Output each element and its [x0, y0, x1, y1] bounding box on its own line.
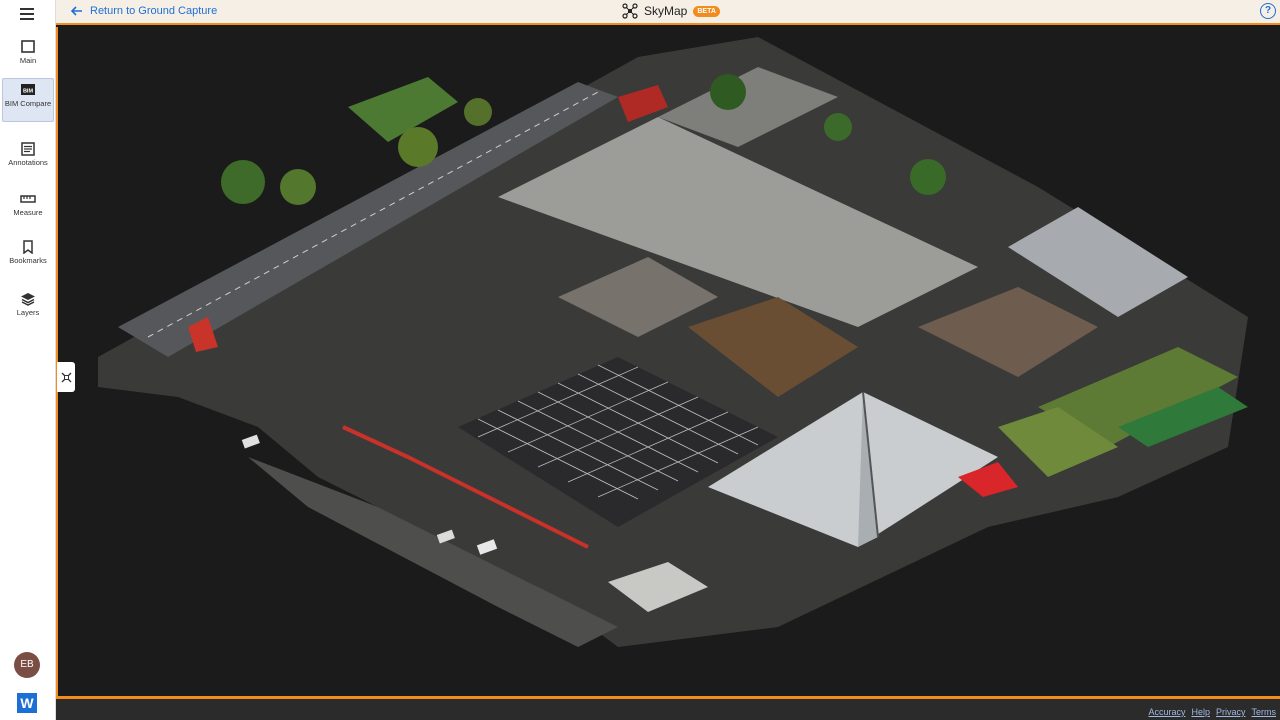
footer-link-privacy[interactable]: Privacy — [1216, 707, 1246, 717]
avatar[interactable]: EB — [14, 652, 40, 678]
hamburger-menu-icon[interactable] — [20, 8, 34, 20]
footer-link-help[interactable]: Help — [1191, 707, 1210, 717]
map-viewport[interactable] — [56, 27, 1280, 696]
sidebar-item-label: Bookmarks — [9, 256, 47, 265]
beta-badge: BETA — [693, 5, 720, 17]
bookmark-icon — [23, 240, 33, 254]
list-icon — [21, 142, 35, 156]
svg-text:BIM: BIM — [23, 89, 34, 95]
footer-link-accuracy[interactable]: Accuracy — [1148, 707, 1185, 717]
point-cloud-scene[interactable] — [58, 27, 1280, 696]
panel-toggle-button[interactable] — [57, 362, 75, 392]
top-bar: Return to Ground Capture SkyMap BETA ? — [56, 0, 1280, 25]
square-icon — [21, 40, 35, 53]
company-logo: W — [17, 693, 37, 713]
sidebar: Main BIM BIM Compare Annotations Measure… — [0, 0, 56, 720]
footer-link-terms[interactable]: Terms — [1252, 707, 1277, 717]
sidebar-item-label: Main — [19, 56, 37, 65]
bim-icon: BIM — [21, 84, 35, 95]
sidebar-item-label: Measure — [13, 208, 43, 217]
drone-icon — [622, 3, 638, 19]
sidebar-item-measure[interactable]: Measure — [2, 188, 54, 224]
footer-bar: Accuracy Help Privacy Terms — [56, 696, 1280, 720]
app-brand: SkyMap BETA — [622, 3, 720, 19]
app-title: SkyMap — [644, 4, 688, 18]
ruler-icon — [20, 195, 36, 203]
sidebar-item-annotations[interactable]: Annotations — [2, 138, 54, 174]
sidebar-item-layers[interactable]: Layers — [2, 288, 54, 324]
sidebar-item-bim-compare[interactable]: BIM BIM Compare — [2, 78, 54, 122]
layers-icon — [21, 293, 35, 306]
collapse-icon — [61, 372, 71, 382]
arrow-left-icon — [70, 6, 82, 16]
back-link-label: Return to Ground Capture — [90, 5, 218, 17]
sidebar-item-label: Annotations — [8, 158, 48, 167]
sidebar-item-label: BIM Compare — [4, 99, 52, 108]
footer-links: Accuracy Help Privacy Terms — [1148, 707, 1276, 717]
sidebar-item-bookmarks[interactable]: Bookmarks — [2, 236, 54, 272]
help-icon[interactable]: ? — [1260, 3, 1276, 19]
sidebar-item-label: Layers — [16, 308, 40, 317]
return-to-ground-capture-link[interactable]: Return to Ground Capture — [70, 4, 217, 18]
sidebar-item-main[interactable]: Main — [2, 36, 54, 72]
